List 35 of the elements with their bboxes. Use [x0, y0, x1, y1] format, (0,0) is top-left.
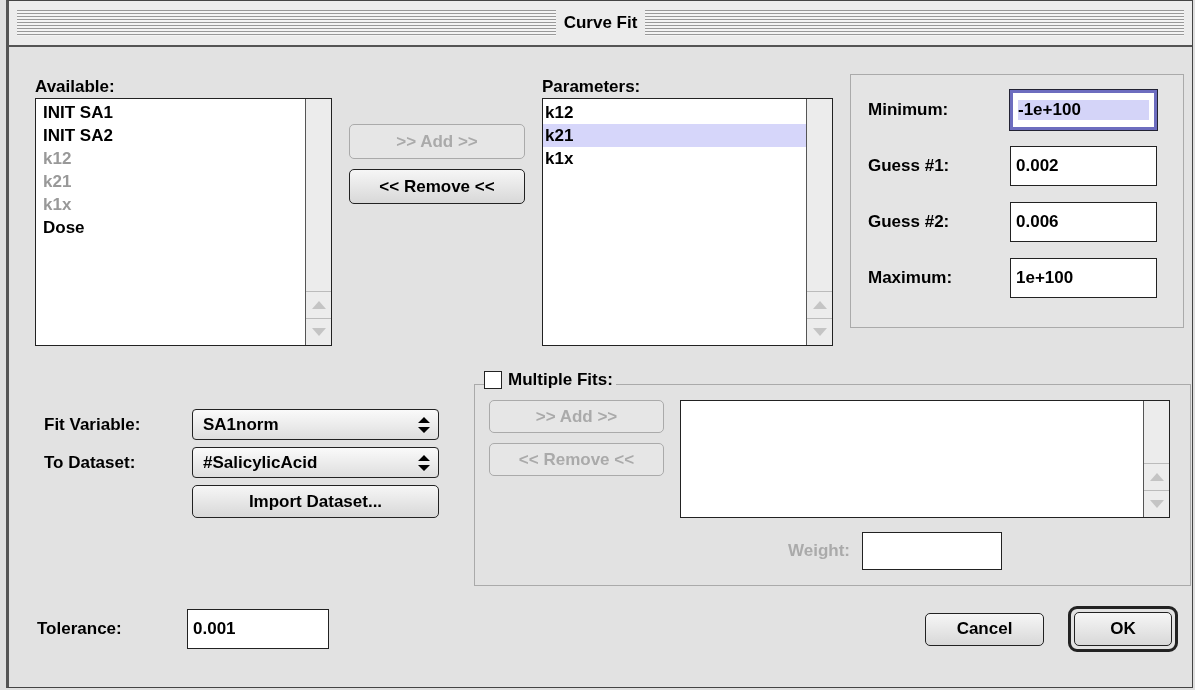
- list-item[interactable]: k12: [543, 101, 806, 124]
- list-label: Available:: [35, 77, 116, 97]
- input-field[interactable]: 0.006: [1010, 202, 1157, 242]
- import-dataset-button[interactable]: Import Dataset...: [192, 485, 439, 518]
- field-label: Guess #1:: [868, 156, 951, 176]
- list-item[interactable]: INIT SA2: [36, 124, 305, 147]
- input-field[interactable]: -1e+100: [1010, 90, 1157, 130]
- ok-button[interactable]: OK: [1068, 606, 1178, 652]
- updown-arrows-icon: [418, 416, 430, 433]
- field-label: Weight:: [788, 541, 850, 561]
- window-title: Curve Fit: [563, 13, 638, 33]
- fit-variable-dropdown[interactable]: SA1norm: [192, 409, 439, 440]
- checkbox-label: Multiple Fits:: [508, 370, 613, 390]
- list-item[interactable]: k21: [543, 124, 806, 147]
- updown-arrows-icon: [418, 454, 430, 471]
- cancel-button[interactable]: Cancel: [925, 612, 1044, 646]
- field-label: To Dataset:: [43, 452, 137, 473]
- weight-field[interactable]: [862, 532, 1002, 570]
- input-field[interactable]: 1e+100: [1010, 258, 1157, 298]
- parameters-list[interactable]: k12 k21 k1x: [542, 98, 833, 346]
- input-field[interactable]: 0.002: [1010, 146, 1157, 186]
- checkbox[interactable]: [484, 371, 502, 389]
- remove-button[interactable]: << Remove <<: [349, 169, 525, 204]
- field-label: Maximum:: [868, 268, 954, 288]
- list-item[interactable]: k1x: [543, 147, 806, 170]
- list-item[interactable]: Dose: [36, 216, 305, 239]
- list-label: Parameters:: [542, 77, 642, 97]
- fits-list[interactable]: [680, 400, 1170, 518]
- tolerance-field[interactable]: 0.001: [187, 609, 329, 649]
- field-label: Minimum:: [868, 100, 950, 120]
- dataset-dropdown[interactable]: #SalicylicAcid: [192, 447, 439, 478]
- list-item[interactable]: INIT SA1: [36, 101, 305, 124]
- field-label: Guess #2:: [868, 212, 951, 232]
- field-label: Fit Variable:: [43, 414, 142, 435]
- field-label: Tolerance:: [36, 619, 123, 639]
